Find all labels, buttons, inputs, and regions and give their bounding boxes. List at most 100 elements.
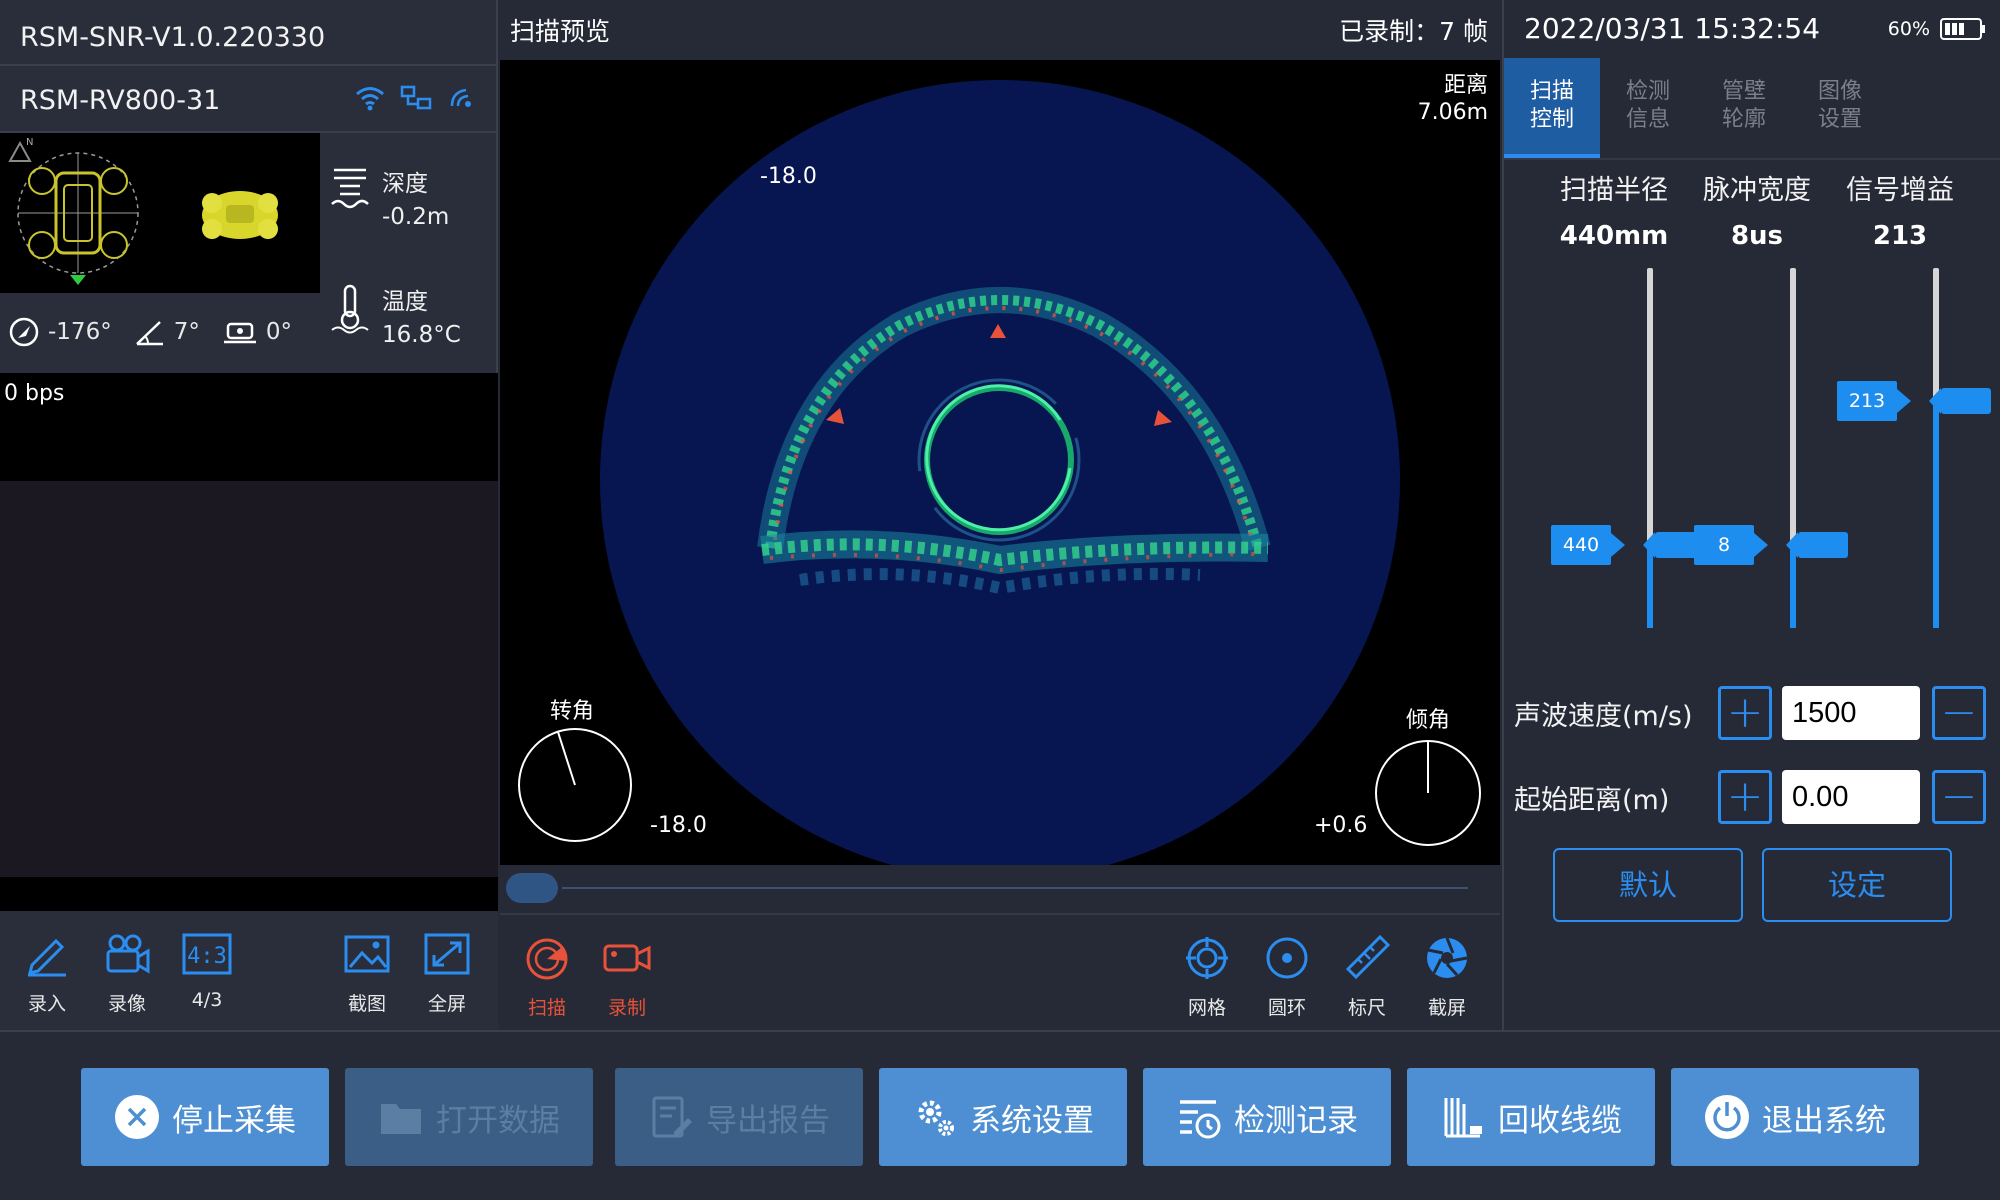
- scan-radius-label: 扫描半径: [1560, 175, 1668, 206]
- tab-image-settings[interactable]: 图像 设置: [1792, 58, 1888, 158]
- enter-button[interactable]: 录入: [12, 931, 82, 1016]
- slider-value-tag: 440: [1551, 525, 1625, 566]
- tab-detection-info[interactable]: 检测 信息: [1600, 58, 1696, 158]
- divider: [0, 64, 498, 66]
- sonar-image: [518, 80, 1481, 865]
- pitch-value: 7°: [173, 319, 200, 345]
- aspect-ratio-button[interactable]: 4:3 4/3: [172, 931, 242, 1011]
- ruler-button[interactable]: 标尺: [1332, 935, 1402, 1020]
- set-button[interactable]: 设定: [1762, 848, 1952, 922]
- roll-value: 0°: [265, 319, 292, 345]
- aspect-icon-text: 4:3: [187, 944, 227, 969]
- power-icon: [1705, 1095, 1749, 1139]
- pencil-icon: [27, 938, 66, 977]
- plus-icon: +: [1726, 687, 1764, 738]
- history-list-icon: [1180, 1100, 1221, 1139]
- start-distance-input[interactable]: [1782, 770, 1920, 824]
- signal-icon: [450, 88, 471, 107]
- panel-title: 扫描预览: [510, 17, 611, 46]
- open-data-button[interactable]: 打开数据: [345, 1068, 593, 1166]
- control-tabs: 扫描 控制 检测 信息 管壁 轮廓 图像 设置: [1504, 58, 2000, 160]
- exit-system-button[interactable]: 退出系统: [1671, 1068, 1919, 1166]
- detection-records-button[interactable]: 检测记录: [1143, 1068, 1391, 1166]
- record-button[interactable]: 录制: [592, 935, 662, 1020]
- pulse-width-label: 脉冲宽度: [1703, 175, 1811, 206]
- system-settings-label: 系统设置: [970, 1102, 1094, 1139]
- scan-radius-slider[interactable]: 440: [1551, 268, 1705, 628]
- depth-value: -0.2m: [382, 204, 450, 230]
- start-distance-increase-button[interactable]: +: [1718, 770, 1772, 824]
- roll-readout: 0°: [222, 316, 292, 348]
- scan-radius-value: 440mm: [1559, 221, 1669, 251]
- scan-radius-param: 扫描半径 440mm: [1544, 168, 1684, 251]
- retract-cable-button[interactable]: 回收线缆: [1407, 1068, 1655, 1166]
- distance-readout: 距离 7.06m: [1418, 72, 1488, 126]
- video-camera-icon: [106, 934, 150, 974]
- rotation-value: -18.0: [650, 813, 707, 838]
- snapshot-button[interactable]: 截图: [332, 931, 402, 1016]
- sound-speed-input[interactable]: [1782, 686, 1920, 740]
- app-window: RSM-SNR-V1.0.220330 RSM-RV800-31 N 深度 -0…: [0, 0, 2000, 1200]
- stop-acquisition-button[interactable]: 停止采集: [81, 1068, 329, 1166]
- tab-pipe-profile[interactable]: 管壁 轮廓: [1696, 58, 1792, 158]
- connection-status: [354, 84, 478, 112]
- sound-speed-increase-button[interactable]: +: [1718, 686, 1772, 740]
- tab-scan-control[interactable]: 扫描 控制: [1504, 58, 1600, 158]
- video-record-button[interactable]: 录像: [92, 931, 162, 1016]
- tilt-value: +0.6: [1314, 813, 1368, 838]
- camera-video-view[interactable]: 0 bps: [0, 373, 498, 911]
- depth-label: 深度: [382, 171, 428, 197]
- detection-records-label: 检测记录: [1234, 1102, 1358, 1139]
- slider-thumb[interactable]: [506, 873, 558, 903]
- default-button[interactable]: 默认: [1553, 848, 1743, 922]
- sound-speed-decrease-button[interactable]: −: [1932, 686, 1986, 740]
- temperature-value: 16.8°C: [382, 322, 461, 348]
- left-panel: RSM-SNR-V1.0.220330 RSM-RV800-31 N 深度 -0…: [0, 0, 498, 1030]
- sonar-display[interactable]: 距离 7.06m -18.0 转角 -18.0 倾角 +0.6: [500, 60, 1500, 865]
- slider-handle[interactable]: [1929, 388, 1991, 415]
- device-name: RSM-RV800-31: [20, 85, 221, 116]
- radar-icon: [526, 938, 568, 980]
- export-report-button[interactable]: 导出报告: [615, 1068, 863, 1166]
- signal-gain-value: 213: [1872, 221, 1928, 251]
- camcorder-icon: [603, 944, 651, 972]
- retract-cable-label: 回收线缆: [1498, 1102, 1622, 1139]
- distance-label: 距离: [1443, 73, 1488, 98]
- depth-readout: 深度 -0.2m: [330, 164, 449, 230]
- fullscreen-button[interactable]: 全屏: [412, 931, 482, 1016]
- network-icon: [400, 85, 432, 110]
- system-settings-button[interactable]: 系统设置: [879, 1068, 1127, 1166]
- signal-gain-label: 信号增益: [1846, 175, 1954, 206]
- rotation-gauge: [518, 728, 632, 842]
- open-data-label: 打开数据: [436, 1102, 560, 1139]
- temperature-readout: 温度 16.8°C: [330, 282, 461, 348]
- screenshot-button[interactable]: 截屏: [1412, 935, 1482, 1020]
- playback-slider[interactable]: [500, 865, 1500, 913]
- report-icon: [652, 1096, 692, 1138]
- video-frame: [0, 481, 498, 877]
- firmware-version: RSM-SNR-V1.0.220330: [20, 22, 326, 53]
- scan-button[interactable]: 扫描: [512, 935, 582, 1020]
- bitrate-readout: 0 bps: [4, 381, 65, 406]
- minus-icon: −: [1940, 771, 1978, 822]
- gear-icon: [918, 1100, 954, 1136]
- pulse-width-value: 8us: [1730, 221, 1784, 251]
- pulse-width-slider[interactable]: 8: [1694, 268, 1848, 628]
- svg-text:N: N: [26, 137, 33, 148]
- scan-preview-header: 扫描预览 已录制：7 帧: [500, 0, 1500, 60]
- battery-icon: [1940, 18, 1985, 40]
- pitch-icon: [135, 321, 163, 346]
- signal-gain-slider[interactable]: 213: [1837, 268, 1991, 628]
- ring-button[interactable]: 圆环: [1252, 935, 1322, 1020]
- pulse-width-param: 脉冲宽度 8us: [1687, 168, 1827, 251]
- slider-value-tag: 8: [1694, 525, 1768, 566]
- crosshair-icon: [1186, 937, 1228, 979]
- datetime: 2022/03/31 15:32:54: [1524, 12, 1821, 45]
- start-distance-label: 起始距离(m): [1514, 785, 1670, 816]
- start-distance-decrease-button[interactable]: −: [1932, 770, 1986, 824]
- grid-button[interactable]: 网格: [1172, 935, 1242, 1020]
- stop-acquisition-label: 停止采集: [172, 1102, 296, 1139]
- slider-handle[interactable]: [1786, 532, 1848, 559]
- attitude-angles: -176° 7° 0°: [8, 316, 318, 348]
- distance-value: 7.06m: [1417, 100, 1488, 125]
